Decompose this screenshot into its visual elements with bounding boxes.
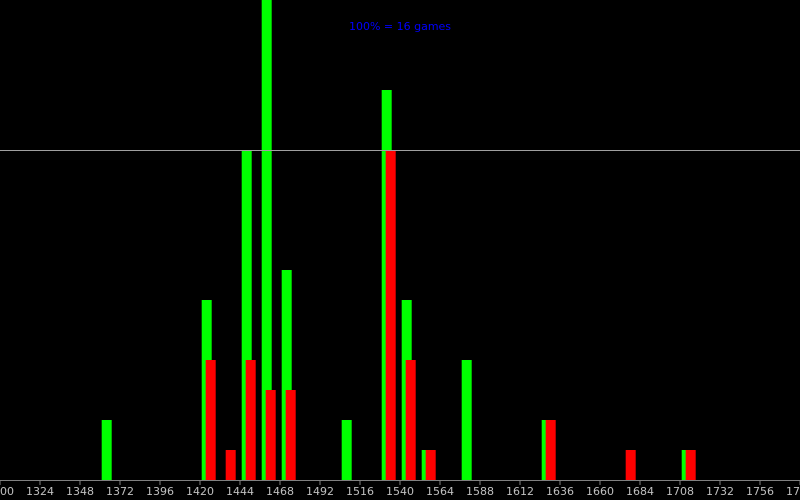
- red-bar: [405, 360, 416, 480]
- red-bar: [685, 450, 696, 480]
- x-tick-label: 1444: [226, 485, 254, 498]
- red-bar: [385, 150, 396, 480]
- green-bar: [461, 360, 472, 480]
- x-tick-label: 1732: [706, 485, 734, 498]
- red-bar: [225, 450, 236, 480]
- x-tick-label: 1540: [386, 485, 414, 498]
- x-tick-label: 1684: [626, 485, 654, 498]
- x-tick-label: 1324: [26, 485, 54, 498]
- x-tick-label: 1348: [66, 485, 94, 498]
- x-tick-label: 1372: [106, 485, 134, 498]
- x-tick-label: 1300: [0, 485, 14, 498]
- x-tick-label: 1420: [186, 485, 214, 498]
- x-tick-label: 1492: [306, 485, 334, 498]
- red-bar: [265, 390, 276, 480]
- red-bar: [625, 450, 636, 480]
- x-tick-label: 1660: [586, 485, 614, 498]
- x-tick-label: 1516: [346, 485, 374, 498]
- red-bar: [545, 420, 556, 480]
- red-bar: [205, 360, 216, 480]
- x-tick-label: 1636: [546, 485, 574, 498]
- x-tick-label: 1588: [466, 485, 494, 498]
- red-bar: [285, 390, 296, 480]
- x-tick-label: 1468: [266, 485, 294, 498]
- x-tick-label: 1708: [666, 485, 694, 498]
- chart-background: [0, 0, 800, 500]
- x-tick-label: 1756: [746, 485, 774, 498]
- x-axis-ticks: 1300 1324 1348 1372 1396 1420 1444 1468 1492 1516…: [0, 480, 800, 498]
- rating-histogram: 1300 1324 1348 1372 1396 1420 1444 1468 1492 1516…: [0, 0, 800, 500]
- x-tick-label: 1564: [426, 485, 454, 498]
- green-bar: [101, 420, 112, 480]
- red-bar: [425, 450, 436, 480]
- green-bar: [341, 420, 352, 480]
- x-tick-label: 1780: [786, 485, 800, 498]
- red-bar: [245, 360, 256, 480]
- x-tick-label: 1396: [146, 485, 174, 498]
- scale-caption: 100% = 16 games: [349, 20, 451, 33]
- x-tick-label: 1612: [506, 485, 534, 498]
